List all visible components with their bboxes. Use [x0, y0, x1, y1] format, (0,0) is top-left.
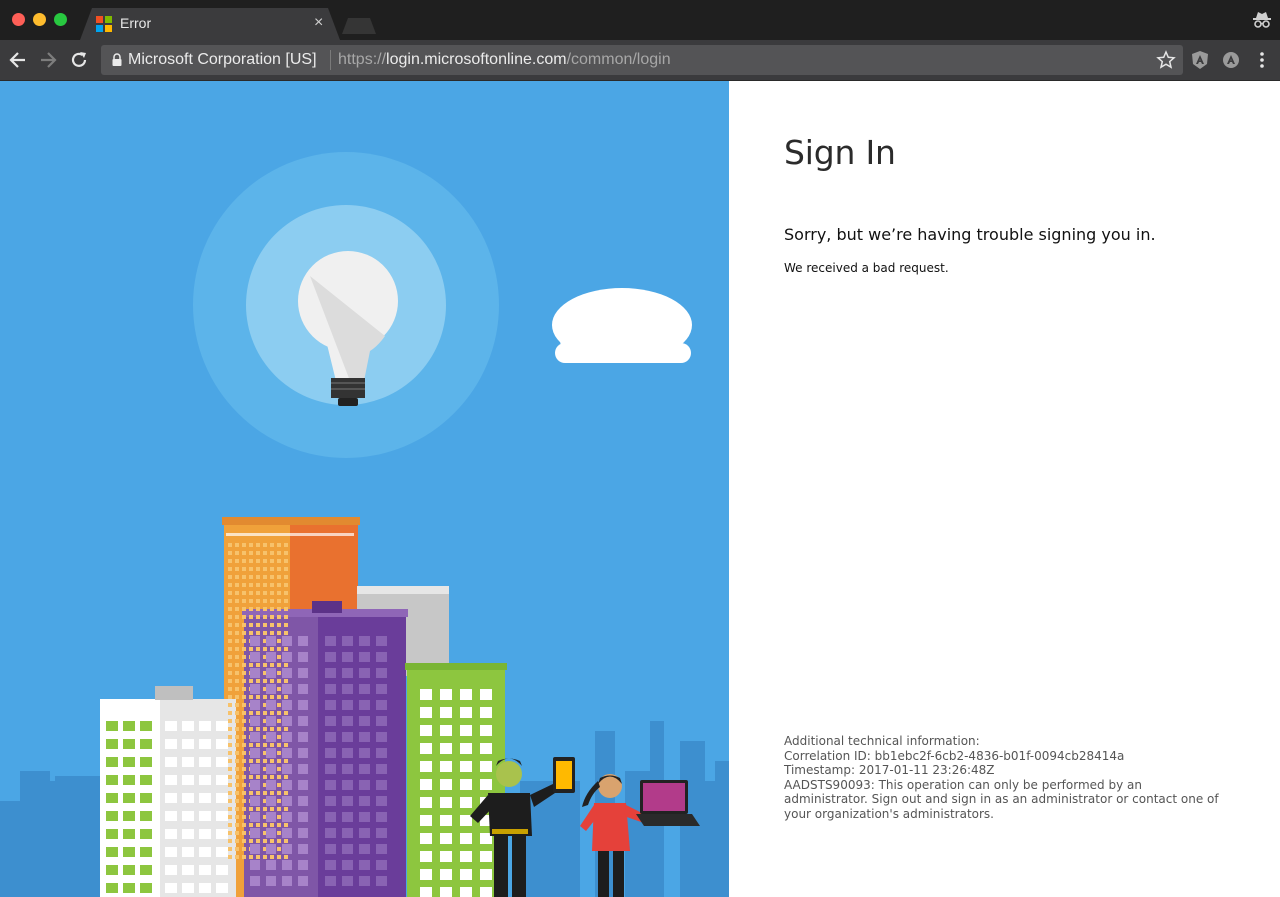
url-host: login.microsoftonline.com: [386, 51, 567, 68]
timestamp: Timestamp: 2017-01-11 23:26:48Z: [784, 763, 995, 777]
page-title: Sign In: [784, 133, 896, 172]
security-indicator-label[interactable]: Microsoft Corporation [US]: [128, 51, 317, 69]
forward-arrow-icon[interactable]: [38, 49, 58, 71]
url-path: /common/login: [566, 51, 671, 68]
lock-icon[interactable]: [112, 53, 122, 66]
star-icon[interactable]: [1156, 50, 1176, 70]
error-detail: We received a bad request.: [784, 261, 949, 275]
url-scheme: https://: [338, 51, 387, 68]
browser-tab-active[interactable]: [80, 8, 340, 40]
correlation-id: Correlation ID: bb1ebc2f-6cb2-4836-b01f-…: [784, 748, 1125, 763]
back-arrow-icon[interactable]: [8, 49, 28, 71]
window-maximize-button[interactable]: [54, 13, 67, 26]
error-code-message: AADSTS90093: This operation can only be …: [784, 777, 1219, 821]
tab-title: Error: [120, 15, 152, 31]
kebab-menu-icon[interactable]: [1256, 50, 1268, 70]
url-text[interactable]: https://login.microsoftonline.com/common…: [338, 51, 671, 69]
address-bar-divider: [330, 50, 331, 70]
city-illustration: [0, 152, 729, 897]
cloud: [552, 288, 692, 363]
angular-circle-icon[interactable]: [1221, 50, 1241, 70]
microsoft-logo-icon: [96, 16, 112, 32]
technical-information: Additional technical information: Correl…: [784, 734, 1224, 821]
window-minimize-button[interactable]: [33, 13, 46, 26]
angular-shield-icon[interactable]: [1190, 50, 1210, 70]
tech-info-label: Additional technical information:: [784, 734, 980, 748]
window-close-button[interactable]: [12, 13, 25, 26]
sign-in-illustration: [0, 81, 729, 897]
reload-icon[interactable]: [69, 49, 89, 71]
sign-in-panel: Sign In Sorry, but we’re having trouble …: [729, 81, 1280, 897]
incognito-icon[interactable]: [1252, 10, 1272, 30]
new-tab-button[interactable]: [342, 18, 376, 34]
error-heading: Sorry, but we’re having trouble signing …: [784, 225, 1156, 244]
tab-close-icon[interactable]: ×: [314, 13, 323, 33]
